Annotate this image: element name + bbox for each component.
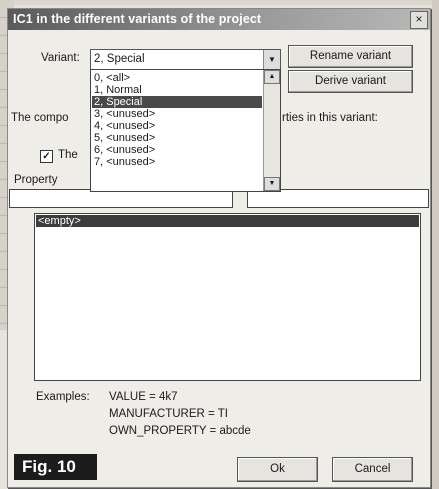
variant-option[interactable]: 1, Normal bbox=[92, 84, 262, 96]
cancel-button[interactable]: Cancel bbox=[332, 457, 413, 482]
variant-dropdown-list[interactable]: 0, <all> 1, Normal 2, Special 3, <unused… bbox=[90, 69, 281, 192]
variant-option[interactable]: 7, <unused> bbox=[92, 156, 262, 168]
variant-option-selected[interactable]: 2, Special bbox=[92, 96, 262, 108]
chevron-down-icon[interactable]: ▼ bbox=[263, 50, 280, 69]
example-line: OWN_PROPERTY = abcde bbox=[109, 425, 251, 437]
scroll-up-icon[interactable]: ▲ bbox=[264, 70, 280, 84]
variant-select[interactable]: 2, Special ▼ bbox=[90, 49, 281, 70]
rename-variant-button[interactable]: Rename variant bbox=[288, 45, 413, 68]
examples-label: Examples: bbox=[36, 391, 90, 403]
variant-option[interactable]: 5, <unused> bbox=[92, 132, 262, 144]
background-top-strip bbox=[0, 0, 439, 5]
variant-option[interactable]: 3, <unused> bbox=[92, 108, 262, 120]
dialog-title: IC1 in the different variants of the pro… bbox=[13, 12, 262, 26]
background-window-right bbox=[432, 0, 439, 489]
derive-variant-button[interactable]: Derive variant bbox=[288, 70, 413, 93]
scroll-down-icon[interactable]: ▼ bbox=[264, 177, 280, 191]
variants-dialog: IC1 in the different variants of the pro… bbox=[7, 8, 431, 488]
dropdown-scrollbar[interactable]: ▲ ▼ bbox=[263, 70, 280, 191]
property-label: Property bbox=[14, 174, 58, 186]
variant-selected-value: 2, Special bbox=[94, 53, 145, 65]
variant-option[interactable]: 0, <all> bbox=[92, 72, 262, 84]
title-bar: IC1 in the different variants of the pro… bbox=[8, 9, 430, 30]
variant-option[interactable]: 6, <unused> bbox=[92, 144, 262, 156]
ok-button[interactable]: Ok bbox=[237, 457, 318, 482]
checkbox-label: The bbox=[58, 149, 78, 161]
example-line: MANUFACTURER = TI bbox=[109, 408, 228, 420]
close-button[interactable]: × bbox=[410, 11, 428, 29]
list-item[interactable]: <empty> bbox=[36, 215, 419, 227]
components-text-right: rties in this variant: bbox=[282, 112, 378, 124]
example-line: VALUE = 4k7 bbox=[109, 391, 178, 403]
variant-option[interactable]: 4, <unused> bbox=[92, 120, 262, 132]
variant-checkbox[interactable]: ✓ bbox=[40, 150, 53, 163]
variant-label: Variant: bbox=[41, 52, 80, 64]
property-list[interactable]: <empty> bbox=[34, 213, 421, 381]
figure-label: Fig. 10 bbox=[14, 454, 97, 480]
components-text-left: The compo bbox=[11, 112, 69, 124]
